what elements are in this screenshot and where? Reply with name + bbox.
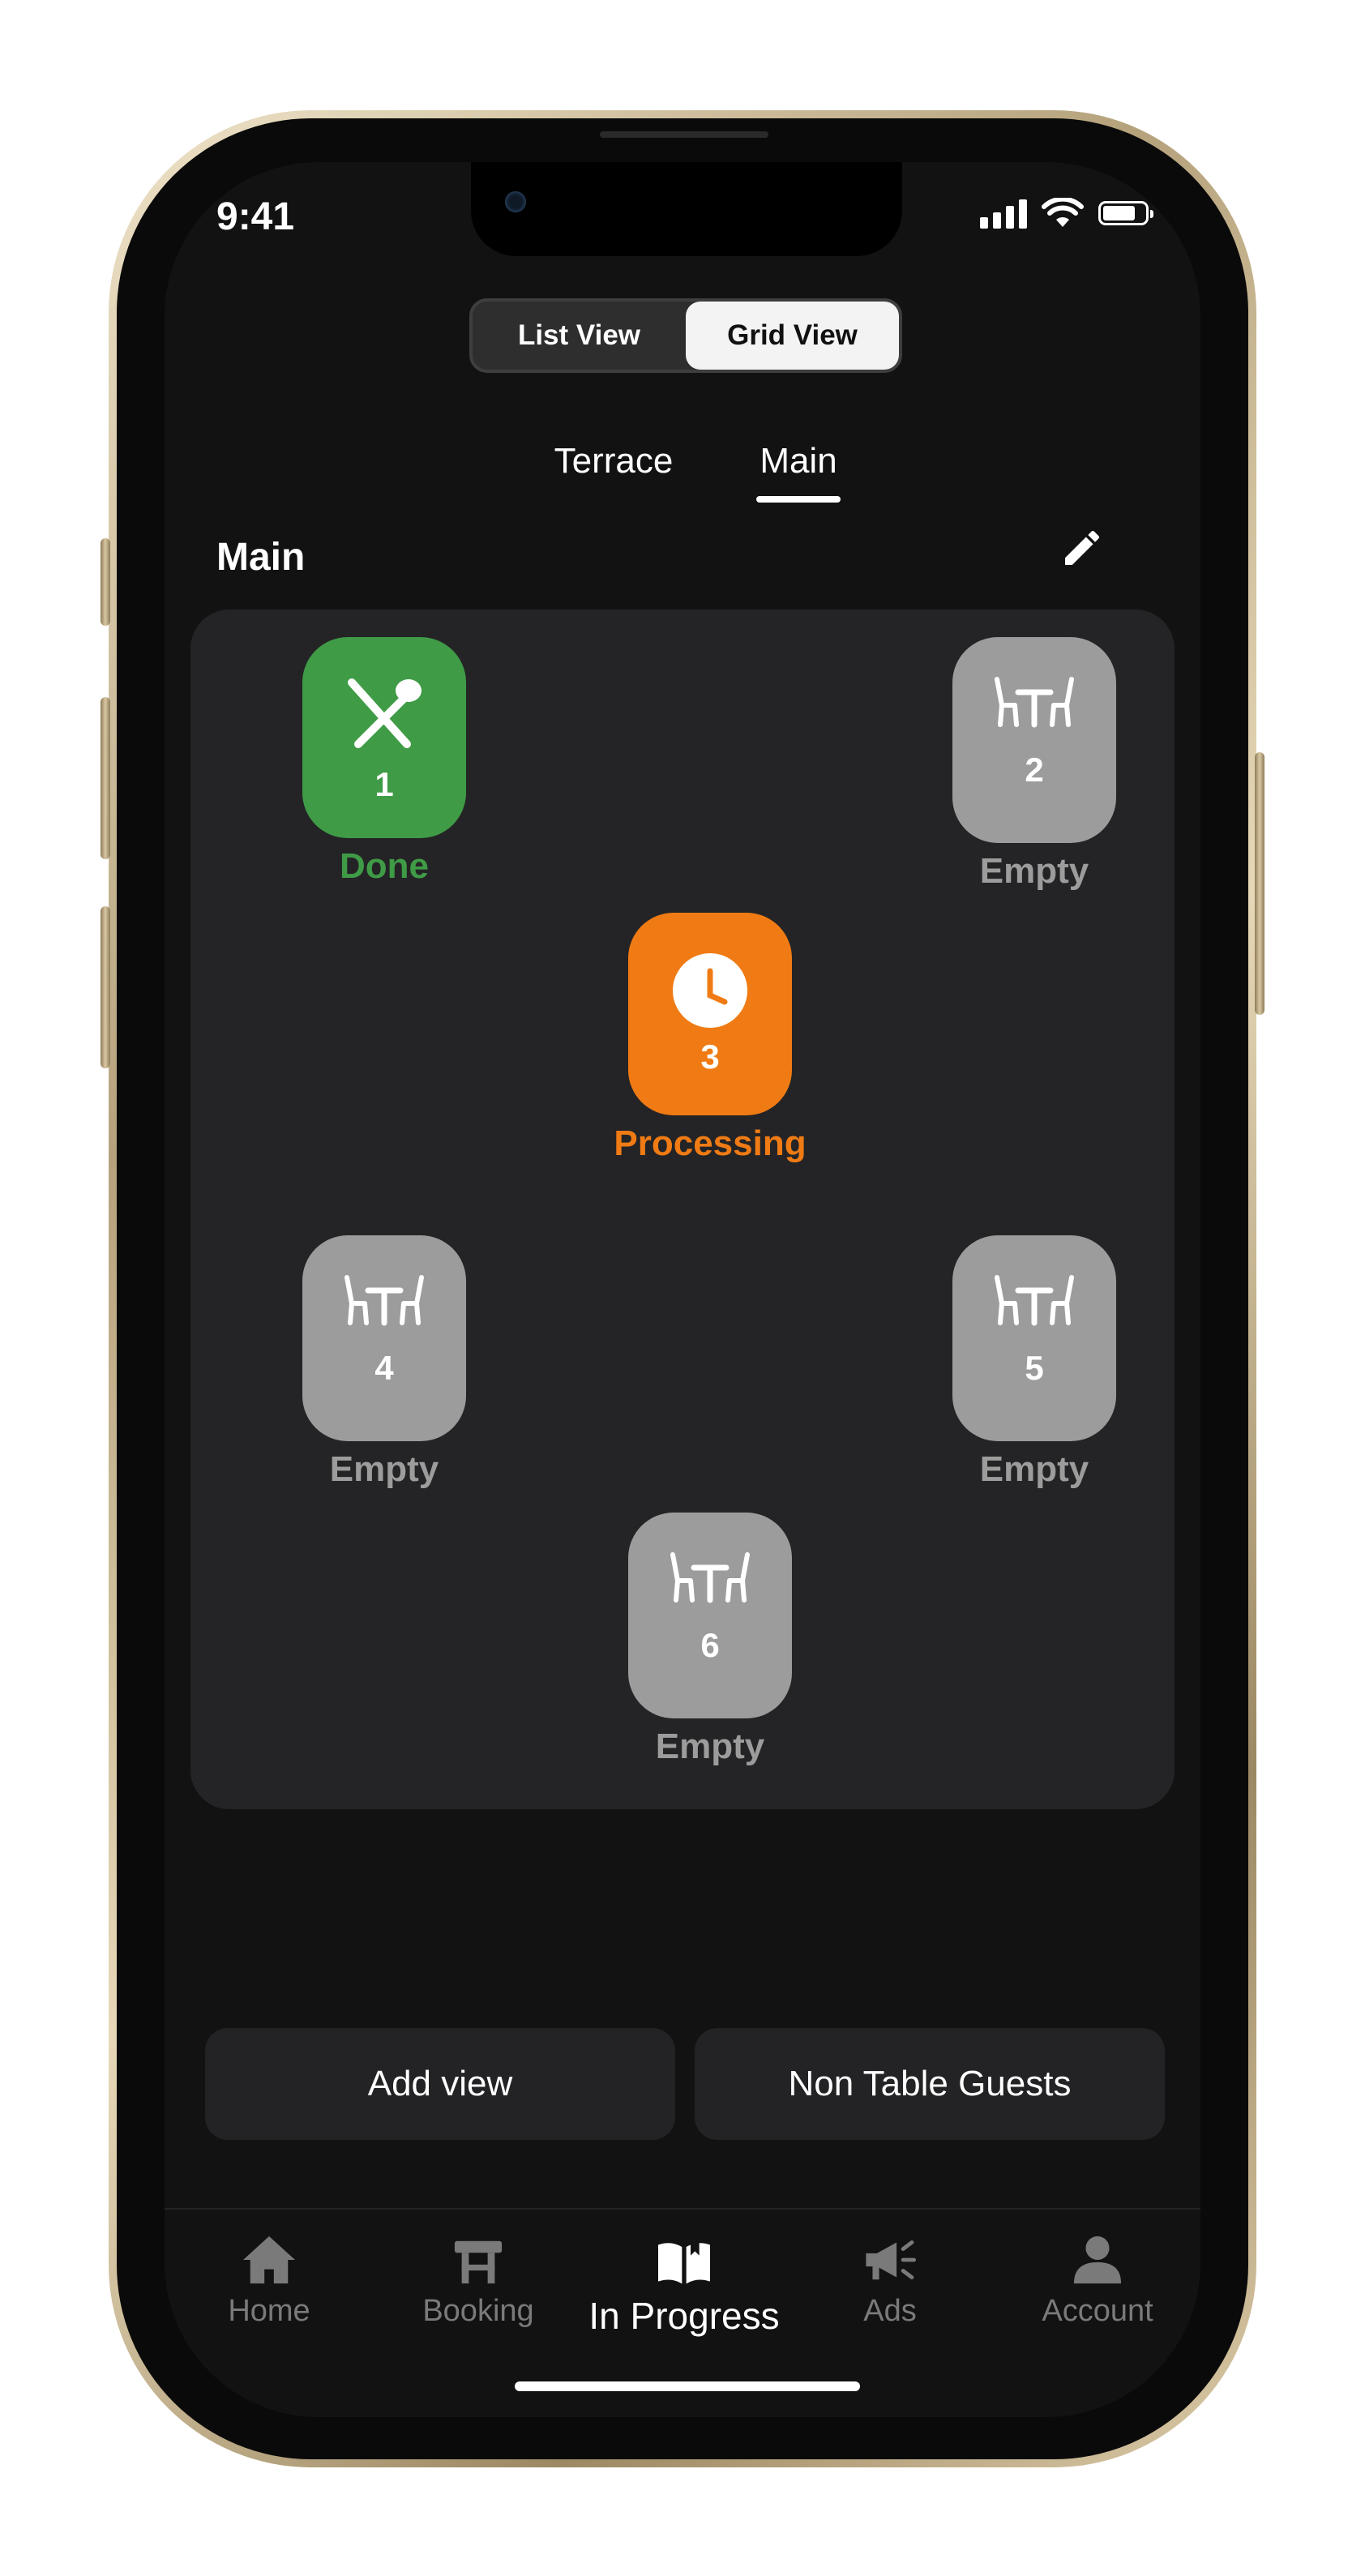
- table-tile[interactable]: 5: [952, 1235, 1116, 1441]
- home-icon: [243, 2236, 295, 2284]
- status-icons: [980, 198, 1153, 229]
- nav-account-label: Account: [1042, 2294, 1153, 2328]
- nav-divider: [165, 2208, 1200, 2210]
- power-button: [1255, 752, 1264, 1015]
- table-tile[interactable]: 2: [952, 637, 1116, 843]
- table-status: Processing: [614, 1123, 807, 1163]
- wifi-icon: [1042, 198, 1084, 227]
- cellular-signal-icon: [980, 198, 1027, 229]
- table-tile[interactable]: 1: [302, 637, 466, 838]
- nav-booking-label: Booking: [422, 2294, 534, 2328]
- camera-icon: [505, 191, 526, 212]
- tab-terrace[interactable]: Terrace: [533, 441, 695, 481]
- table-tile[interactable]: 3: [628, 913, 792, 1115]
- section-title: Main: [216, 536, 306, 579]
- bottom-nav: Home Booking In Progress Ads Account: [165, 2211, 1200, 2357]
- fork-spoon-icon: [348, 678, 421, 748]
- volume-up-button: [101, 697, 110, 859]
- nav-home-label: Home: [228, 2294, 310, 2328]
- nav-in-progress-label: In Progress: [588, 2295, 780, 2337]
- table-status: Done: [340, 846, 429, 886]
- status-time: 9:41: [216, 195, 295, 238]
- table-number: 4: [374, 1349, 394, 1387]
- table-number: 5: [1025, 1349, 1044, 1387]
- nav-home[interactable]: Home: [168, 2234, 370, 2329]
- table-number: 1: [374, 765, 394, 803]
- nav-ads[interactable]: Ads: [789, 2234, 991, 2329]
- table-number: 3: [700, 1038, 720, 1076]
- nav-in-progress[interactable]: In Progress: [583, 2234, 785, 2338]
- table-tile[interactable]: 4: [302, 1235, 466, 1441]
- notch: [471, 162, 902, 256]
- megaphone-icon: [866, 2240, 917, 2280]
- add-view-button[interactable]: Add view: [205, 2028, 675, 2140]
- nav-ads-label: Ads: [863, 2294, 917, 2328]
- view-toggle: List View Grid View: [469, 298, 902, 373]
- person-icon: [1073, 2236, 1122, 2284]
- open-book-icon: [658, 2236, 710, 2284]
- table-chairs-icon: [995, 677, 1074, 728]
- nav-booking[interactable]: Booking: [377, 2234, 580, 2329]
- clock-icon: [673, 953, 747, 1028]
- home-indicator[interactable]: [515, 2381, 860, 2391]
- tab-main[interactable]: Main: [756, 441, 841, 503]
- floor-plan: 1 Done 2 Empty 3 Processing 4 Empty 5 Em…: [190, 610, 1175, 1809]
- table-number: 2: [1025, 751, 1044, 789]
- table-chairs-icon: [995, 1275, 1074, 1326]
- table-status: Empty: [655, 1727, 765, 1766]
- earpiece-speaker: [600, 131, 768, 138]
- silent-switch: [101, 538, 110, 626]
- battery-icon: [1098, 201, 1153, 225]
- list-view-button[interactable]: List View: [473, 302, 686, 370]
- pencil-icon[interactable]: [1059, 525, 1105, 571]
- table-chairs-icon: [344, 1275, 424, 1326]
- table-number: 6: [700, 1626, 720, 1664]
- app-screen: 9:41 List View Grid View Terrace Main Ma…: [165, 162, 1200, 2417]
- non-table-guests-button[interactable]: Non Table Guests: [695, 2028, 1165, 2140]
- nav-account[interactable]: Account: [996, 2234, 1199, 2329]
- grid-view-button[interactable]: Grid View: [686, 302, 899, 370]
- table-icon: [454, 2240, 503, 2284]
- table-status: Empty: [979, 1449, 1089, 1489]
- volume-down-button: [101, 906, 110, 1068]
- table-status: Empty: [329, 1449, 439, 1489]
- table-tile[interactable]: 6: [628, 1513, 792, 1718]
- table-status: Empty: [979, 851, 1089, 891]
- table-chairs-icon: [670, 1552, 750, 1603]
